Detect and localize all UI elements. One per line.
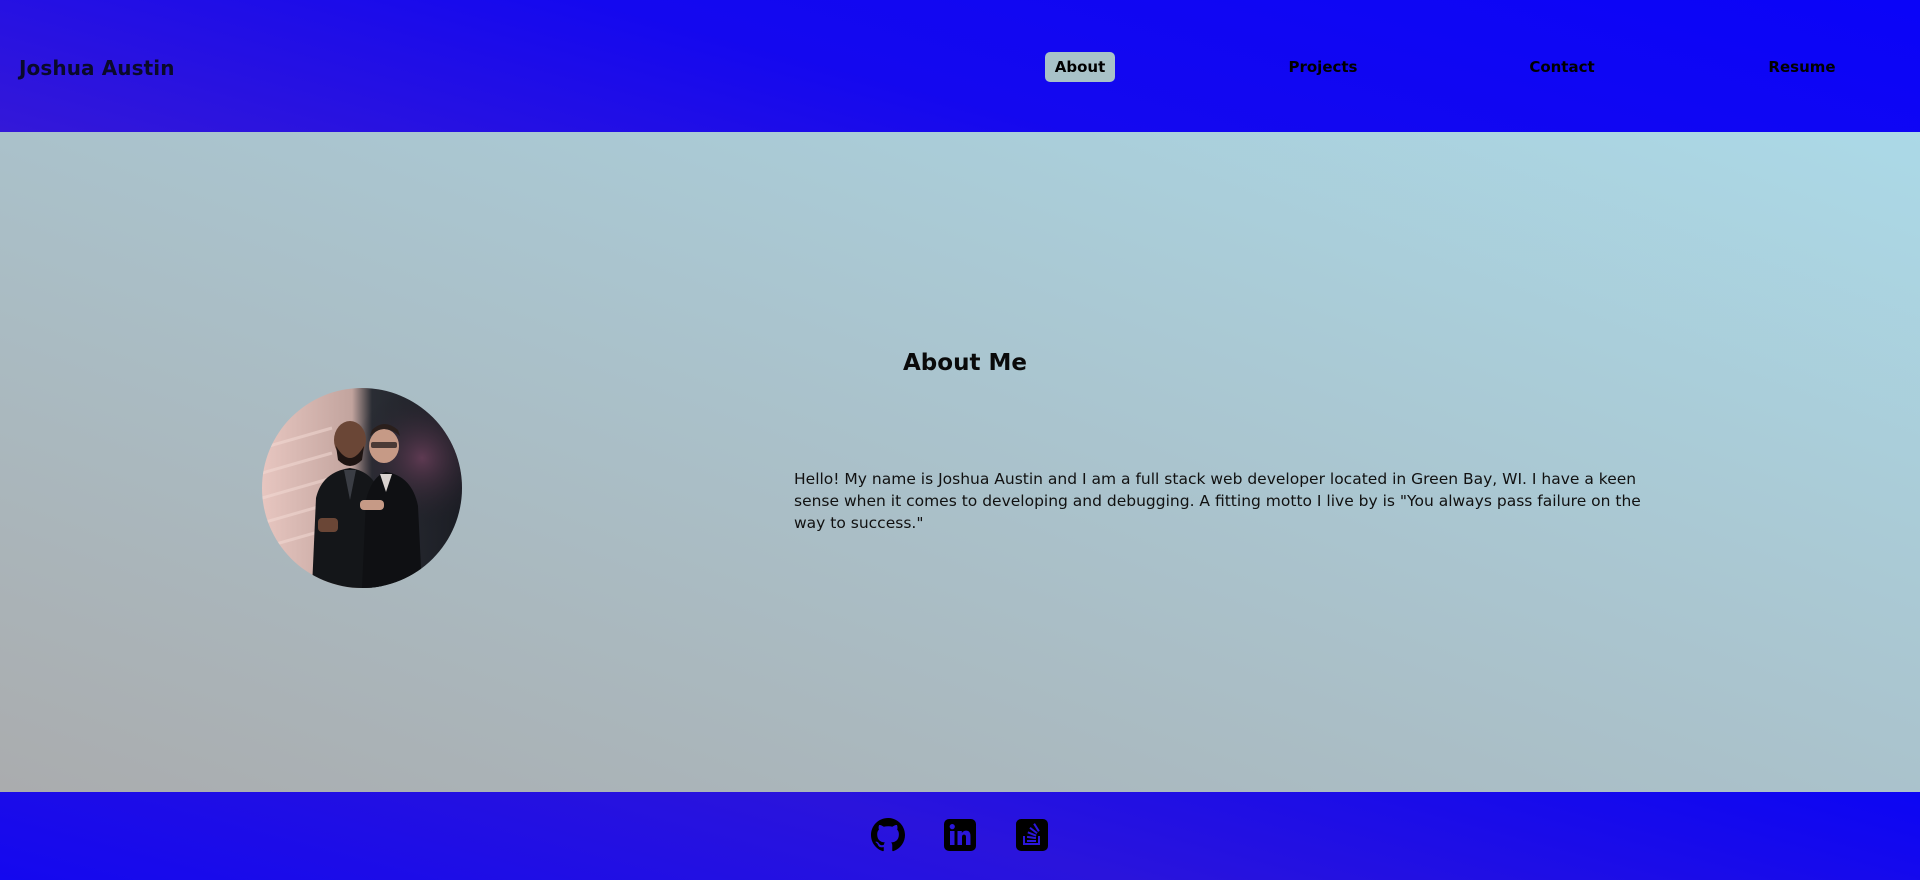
- linkedin-link[interactable]: [943, 818, 977, 852]
- about-heading: About Me: [903, 350, 1027, 376]
- site-header: Joshua Austin About Projects Contact Res…: [0, 0, 1920, 132]
- github-link[interactable]: [871, 818, 905, 852]
- profile-photo-image: [262, 388, 462, 588]
- profile-photo: [262, 388, 462, 588]
- about-paragraph: Hello! My name is Joshua Austin and I am…: [794, 470, 1641, 532]
- brand-name[interactable]: Joshua Austin: [19, 56, 175, 80]
- linkedin-icon: [944, 819, 976, 851]
- github-icon: [871, 818, 905, 852]
- nav-about[interactable]: About: [1045, 52, 1115, 82]
- nav-resume[interactable]: Resume: [1768, 52, 1836, 82]
- nav-contact[interactable]: Contact: [1526, 52, 1598, 82]
- nav-projects[interactable]: Projects: [1284, 52, 1362, 82]
- stackoverflow-link[interactable]: [1015, 818, 1049, 852]
- stackoverflow-icon: [1016, 819, 1048, 851]
